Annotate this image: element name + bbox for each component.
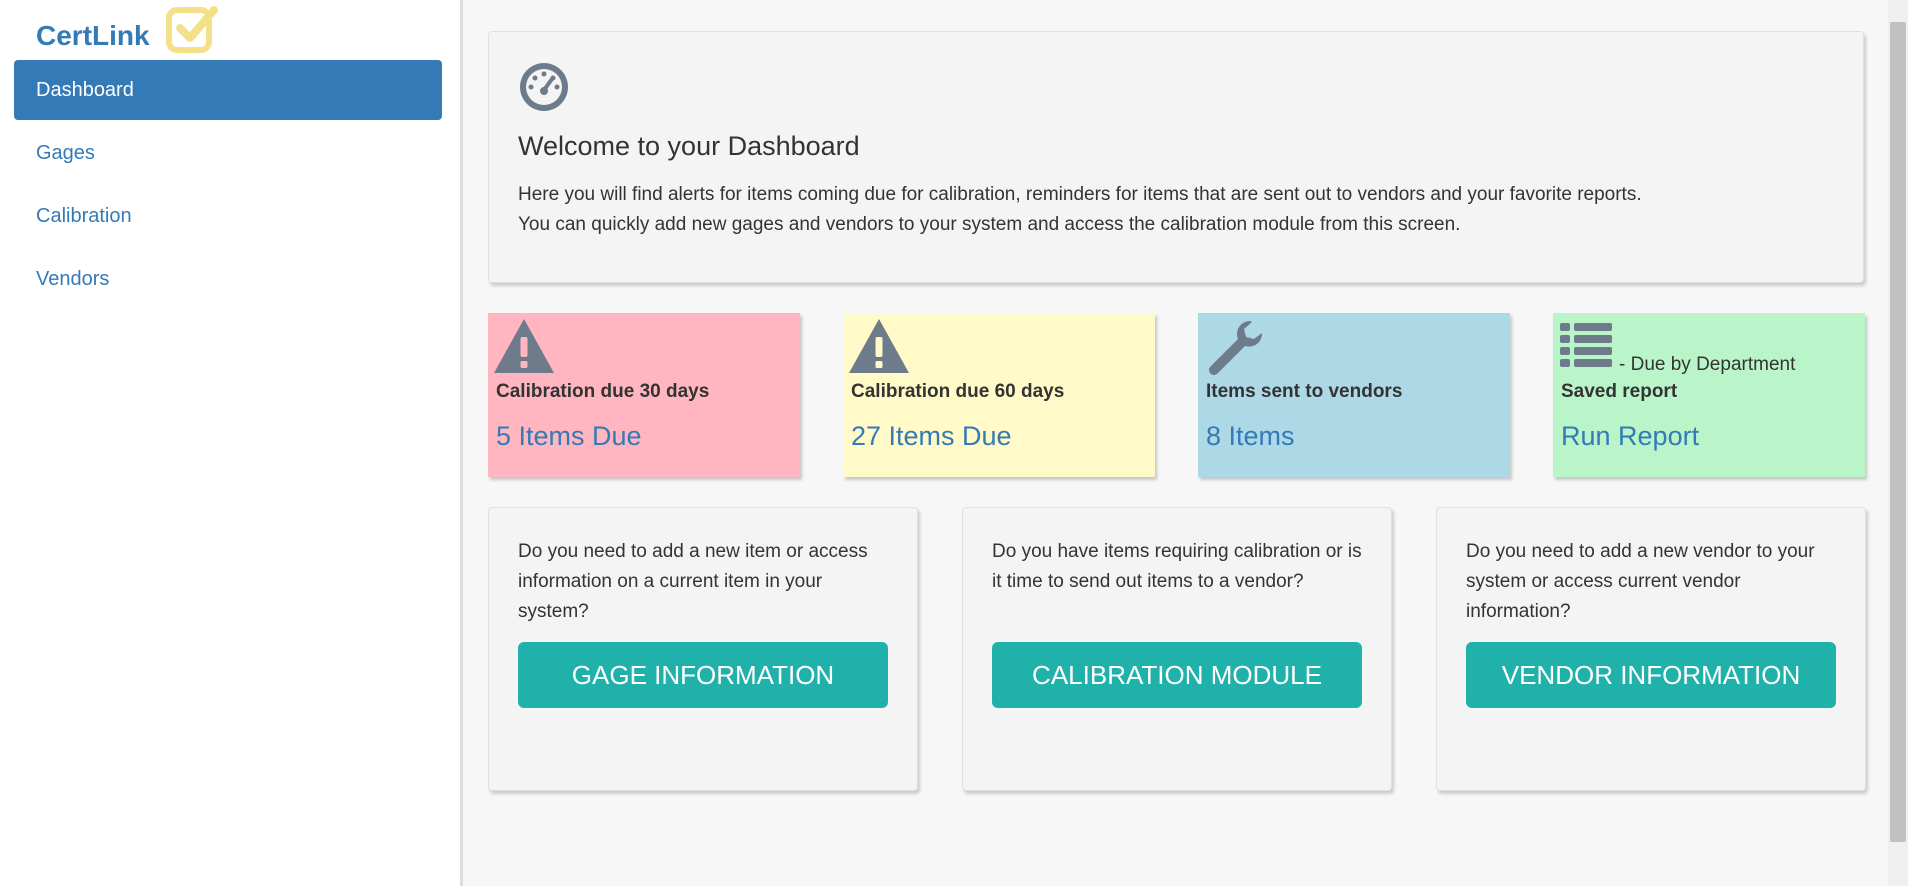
scrollbar-thumb[interactable]	[1890, 22, 1906, 842]
run-report-link[interactable]: Run Report	[1561, 421, 1699, 452]
card-sent-to-vendors: Items sent to vendors 8 Items	[1198, 313, 1510, 477]
main-content: Welcome to your Dashboard Here you will …	[466, 0, 1888, 886]
brand-name[interactable]: CertLink	[36, 20, 150, 52]
sidebar-item-dashboard[interactable]: Dashboard	[14, 60, 442, 120]
welcome-title: Welcome to your Dashboard	[518, 131, 860, 161]
report-name: - Due by Department	[1619, 354, 1796, 375]
panel-text: Do you need to add a new item or access …	[518, 541, 868, 622]
sidebar-item-vendors[interactable]: Vendors	[14, 249, 442, 309]
sidebar-item-gages[interactable]: Gages	[14, 123, 442, 183]
sidebar-item-calibration[interactable]: Calibration	[14, 186, 442, 246]
card-caption: Saved report	[1561, 381, 1678, 402]
panel-gage: Do you need to add a new item or access …	[488, 507, 918, 791]
wrench-icon	[1209, 321, 1262, 375]
card-caption: Items sent to vendors	[1206, 381, 1403, 402]
scrollbar[interactable]	[1888, 0, 1908, 886]
welcome-panel: Welcome to your Dashboard Here you will …	[488, 31, 1864, 283]
warning-icon	[849, 319, 909, 373]
warning-icon	[494, 319, 554, 373]
welcome-line-2: You can quickly add new gages and vendor…	[518, 214, 1461, 235]
panel-text: Do you have items requiring calibration …	[992, 541, 1362, 592]
welcome-line-1: Here you will find alerts for items comi…	[518, 184, 1642, 205]
panel-vendor: Do you need to add a new vendor to your …	[1436, 507, 1866, 791]
checkbox-logo-icon	[166, 6, 218, 53]
card-caption: Calibration due 30 days	[496, 381, 710, 402]
items-due-link[interactable]: 27 Items Due	[851, 421, 1012, 452]
card-calibration-60: Calibration due 60 days 27 Items Due	[843, 313, 1155, 477]
card-caption: Calibration due 60 days	[851, 381, 1065, 402]
items-due-link[interactable]: 5 Items Due	[496, 421, 642, 452]
vendor-information-button[interactable]: VENDOR INFORMATION	[1466, 642, 1836, 708]
welcome-description: Here you will find alerts for items comi…	[518, 180, 1642, 240]
dashboard-gauge-icon	[520, 63, 568, 111]
panel-calibration: Do you have items requiring calibration …	[962, 507, 1392, 791]
list-icon	[1560, 323, 1612, 367]
calibration-module-button[interactable]: CALIBRATION MODULE	[992, 642, 1362, 708]
panel-text: Do you need to add a new vendor to your …	[1466, 541, 1815, 622]
gage-information-button[interactable]: GAGE INFORMATION	[518, 642, 888, 708]
card-saved-report: - Due by Department Saved report Run Rep…	[1553, 313, 1865, 477]
sidebar: CertLink Dashboard Gages Calibration Ven…	[0, 0, 463, 886]
card-calibration-30: Calibration due 30 days 5 Items Due	[488, 313, 800, 477]
items-link[interactable]: 8 Items	[1206, 421, 1295, 452]
